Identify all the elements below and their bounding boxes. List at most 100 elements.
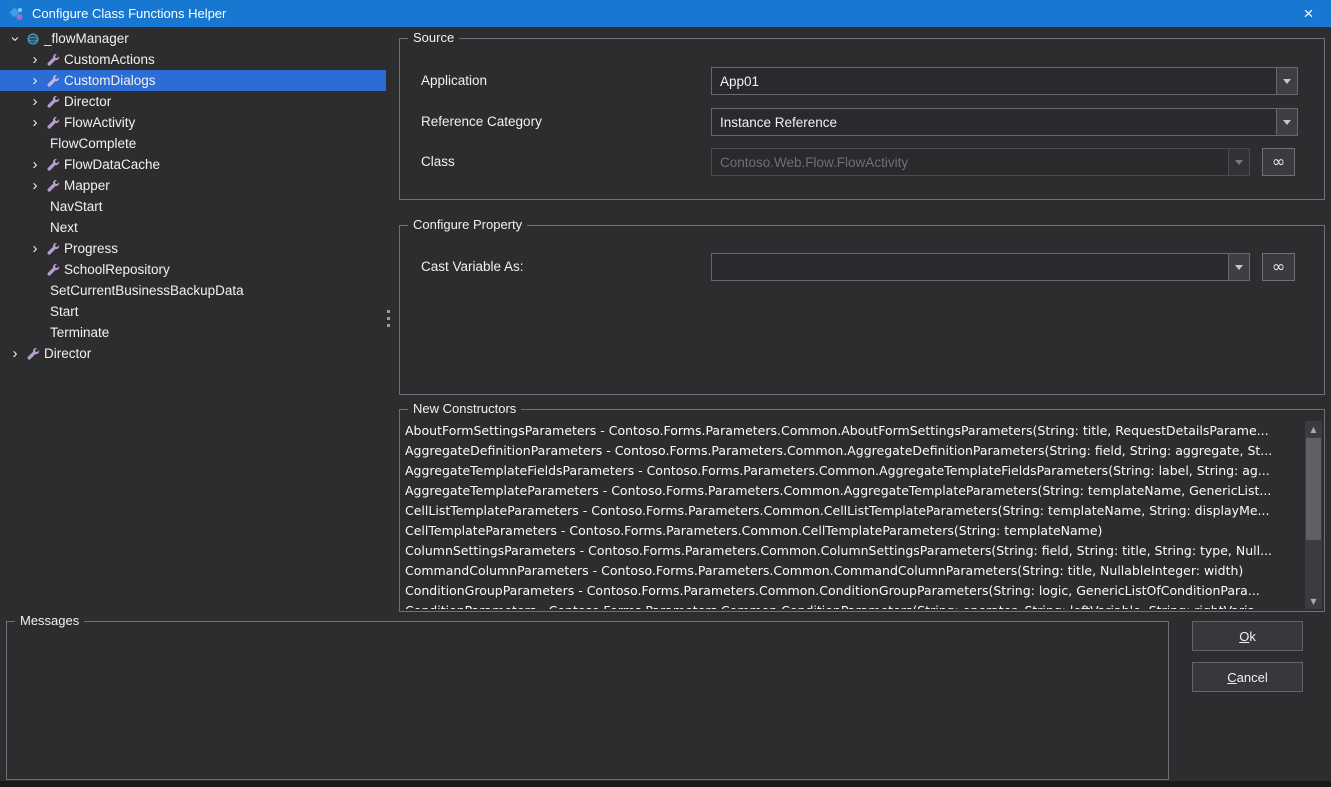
tree-item-setcurrentbusinessbackupdata[interactable]: SetCurrentBusinessBackupData xyxy=(0,280,386,301)
tree-item-label: Director xyxy=(44,346,92,361)
tree-item-mapper[interactable]: › Mapper xyxy=(0,175,386,196)
ok-button-label: Ok xyxy=(1239,628,1256,644)
class-select: Contoso.Web.Flow.FlowActivity xyxy=(711,148,1250,176)
namespace-icon xyxy=(24,32,42,46)
constructors-list: AboutFormSettingsParameters - Contoso.Fo… xyxy=(402,421,1304,609)
tree-item-customactions[interactable]: › CustomActions xyxy=(0,49,386,70)
constructor-list-item[interactable]: ConditionGroupParameters - Contoso.Forms… xyxy=(402,581,1304,601)
tree-item-start[interactable]: Start xyxy=(0,301,386,322)
method-icon xyxy=(44,53,62,67)
application-label: Application xyxy=(421,73,488,88)
application-value: App01 xyxy=(720,73,760,89)
source-group-title: Source xyxy=(408,30,460,45)
constructor-list-item[interactable]: CellListTemplateParameters - Contoso.For… xyxy=(402,501,1304,521)
link-icon: ∞ xyxy=(1271,152,1286,171)
reference-category-label: Reference Category xyxy=(421,114,542,129)
tree-item-next[interactable]: Next xyxy=(0,217,386,238)
tree-item-label: NavStart xyxy=(50,199,103,214)
close-icon[interactable]: × xyxy=(1286,0,1331,27)
method-icon xyxy=(44,74,62,88)
reference-category-value: Instance Reference xyxy=(720,114,838,130)
ok-button[interactable]: Ok xyxy=(1192,621,1303,651)
constructor-list-item[interactable]: CommandColumnParameters - Contoso.Forms.… xyxy=(402,561,1304,581)
taskbar-sliver xyxy=(0,781,1331,787)
dropdown-arrow-icon[interactable] xyxy=(1276,68,1297,94)
tree-item-label: SchoolRepository xyxy=(64,262,170,277)
constructor-list-item[interactable]: ConditionParameters - Contoso.Forms.Para… xyxy=(402,601,1304,609)
chevron-right-icon[interactable]: › xyxy=(26,114,44,132)
chevron-right-icon[interactable]: › xyxy=(26,177,44,195)
window-title: Configure Class Functions Helper xyxy=(32,6,227,21)
tree-item-flowcomplete[interactable]: FlowComplete xyxy=(0,133,386,154)
tree-item-customdialogs[interactable]: › CustomDialogs xyxy=(0,70,386,91)
cancel-button[interactable]: Cancel xyxy=(1192,662,1303,692)
constructor-list-item[interactable]: ColumnSettingsParameters - Contoso.Forms… xyxy=(402,541,1304,561)
tree-item-terminate[interactable]: Terminate xyxy=(0,322,386,343)
tree-item-label: Next xyxy=(50,220,78,235)
configure-property-group: Configure Property Cast Variable As: ∞ xyxy=(399,217,1325,395)
constructor-list-item[interactable]: AggregateDefinitionParameters - Contoso.… xyxy=(402,441,1304,461)
chevron-right-icon[interactable]: › xyxy=(26,240,44,258)
tree-item-flowdatacache[interactable]: › FlowDataCache xyxy=(0,154,386,175)
method-icon xyxy=(44,158,62,172)
constructors-scrollbar[interactable]: ▲ ▼ xyxy=(1305,421,1322,609)
tree-item-label: Director xyxy=(64,94,112,109)
method-icon xyxy=(44,116,62,130)
class-value: Contoso.Web.Flow.FlowActivity xyxy=(720,154,909,170)
cancel-button-label: Cancel xyxy=(1227,669,1268,685)
constructor-list-item[interactable]: CellTemplateParameters - Contoso.Forms.P… xyxy=(402,521,1304,541)
constructor-list-item[interactable]: AboutFormSettingsParameters - Contoso.Fo… xyxy=(402,421,1304,441)
application-select[interactable]: App01 xyxy=(711,67,1298,95)
tree-item-label: Progress xyxy=(64,241,119,256)
title-bar: Configure Class Functions Helper × xyxy=(0,0,1331,27)
tree-item-label: _flowManager xyxy=(44,31,129,46)
tree-item-label: SetCurrentBusinessBackupData xyxy=(50,283,244,298)
app-icon xyxy=(9,7,23,20)
chevron-right-icon[interactable]: › xyxy=(26,51,44,69)
scroll-up-icon[interactable]: ▲ xyxy=(1305,421,1322,437)
cast-variable-value xyxy=(712,254,1228,280)
scrollbar-thumb[interactable] xyxy=(1306,438,1321,540)
tree-item-label: CustomActions xyxy=(64,52,155,67)
cast-variable-select[interactable] xyxy=(711,253,1250,281)
dropdown-arrow-icon xyxy=(1228,149,1249,175)
constructor-list-item[interactable]: AggregateTemplateParameters - Contoso.Fo… xyxy=(402,481,1304,501)
method-icon xyxy=(24,347,42,361)
dropdown-arrow-icon[interactable] xyxy=(1228,254,1249,280)
source-group: Source Application App01 Reference Categ… xyxy=(399,30,1325,200)
tree-item-label: Mapper xyxy=(64,178,110,193)
dropdown-arrow-icon[interactable] xyxy=(1276,109,1297,135)
chevron-right-icon[interactable]: › xyxy=(26,93,44,111)
constructor-list-item[interactable]: AggregateTemplateFieldsParameters - Cont… xyxy=(402,461,1304,481)
new-constructors-group-title: New Constructors xyxy=(408,401,522,416)
tree-item-label: CustomDialogs xyxy=(64,73,156,88)
chevron-expanded-icon[interactable]: › xyxy=(6,30,24,48)
tree-item-label: Start xyxy=(50,304,79,319)
tree-item-schoolrepository[interactable]: SchoolRepository xyxy=(0,259,386,280)
class-label: Class xyxy=(421,154,455,169)
messages-group-title: Messages xyxy=(15,613,85,628)
reference-category-select[interactable]: Instance Reference xyxy=(711,108,1298,136)
tree-item-director[interactable]: › Director xyxy=(0,91,386,112)
tree-item-progress[interactable]: › Progress xyxy=(0,238,386,259)
tree-item-label: Terminate xyxy=(50,325,110,340)
new-constructors-group: New Constructors AboutFormSettingsParame… xyxy=(399,401,1325,612)
dialog-configure-class-functions-helper: Configure Class Functions Helper × › _fl… xyxy=(0,0,1331,787)
cast-variable-label: Cast Variable As: xyxy=(421,259,524,274)
tree-item-label: FlowComplete xyxy=(50,136,137,151)
tree-item-flowactivity[interactable]: › FlowActivity xyxy=(0,112,386,133)
cast-variable-link-button[interactable]: ∞ xyxy=(1262,253,1295,281)
class-link-button[interactable]: ∞ xyxy=(1262,148,1295,176)
scroll-down-icon[interactable]: ▼ xyxy=(1305,593,1322,609)
tree-item-label: FlowDataCache xyxy=(64,157,161,172)
chevron-right-icon[interactable]: › xyxy=(6,345,24,363)
chevron-right-icon[interactable]: › xyxy=(26,72,44,90)
splitter-grip-icon[interactable] xyxy=(387,310,390,327)
method-icon xyxy=(44,179,62,193)
chevron-right-icon[interactable]: › xyxy=(26,156,44,174)
tree-item-navstart[interactable]: NavStart xyxy=(0,196,386,217)
tree-item-director-root[interactable]: › Director xyxy=(0,343,386,364)
method-icon xyxy=(44,95,62,109)
method-icon xyxy=(44,242,62,256)
tree-item-flowmanager[interactable]: › _flowManager xyxy=(0,28,386,49)
